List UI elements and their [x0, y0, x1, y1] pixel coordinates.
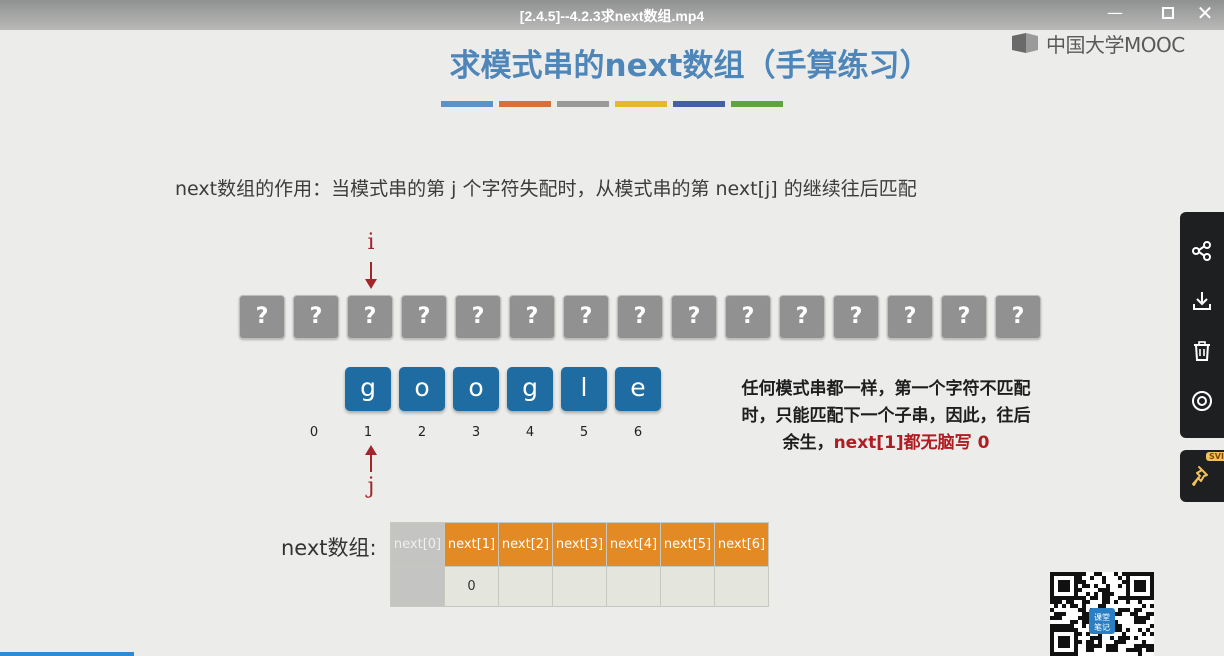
note-line-1: 任何模式串都一样，第一个字符不匹配: [741, 379, 1031, 399]
color-bar-segment: [731, 101, 783, 107]
next-value-cell[interactable]: [660, 566, 715, 607]
main-string-char: ?: [293, 295, 339, 339]
next-value-cell[interactable]: [390, 566, 445, 607]
next-header-cell: next[1]: [444, 522, 499, 567]
main-string-char: ?: [725, 295, 771, 339]
main-string-char: ?: [347, 295, 393, 339]
pointer-j-arrow: [370, 454, 372, 472]
index-label: 4: [525, 425, 535, 440]
pointer-j-label: j: [367, 474, 375, 499]
next-header-cell: next[4]: [606, 522, 661, 567]
main-string-char: ?: [833, 295, 879, 339]
next-value-cell[interactable]: 0: [444, 566, 499, 607]
main-string-char: ?: [671, 295, 717, 339]
maximize-icon[interactable]: [1153, 2, 1183, 26]
pattern-char: l: [561, 367, 607, 411]
next-value-cell[interactable]: [606, 566, 661, 607]
main-string-char: ?: [509, 295, 555, 339]
index-label: 3: [471, 425, 481, 440]
main-string-char: ?: [995, 295, 1041, 339]
next-value-row: 0: [390, 566, 769, 607]
note-line-3-prefix: 余生，: [782, 433, 834, 453]
pointer-i-arrow: [370, 262, 372, 280]
next-header-cell: next[0]: [390, 522, 445, 567]
index-label: 1: [363, 425, 373, 440]
video-progress-bar[interactable]: [0, 652, 134, 656]
index-label: 2: [417, 425, 427, 440]
main-string-char: ?: [941, 295, 987, 339]
svg-text:笔记: 笔记: [1094, 622, 1110, 632]
pattern-char: e: [615, 367, 661, 411]
next-header-cell: next[6]: [714, 522, 769, 567]
view-icon[interactable]: [1180, 376, 1224, 426]
next-header-row: next[0] next[1] next[2] next[3] next[4] next[…: [390, 522, 769, 567]
window-title: [2.4.5]--4.2.3求next数组.mp4: [519, 8, 705, 24]
side-toolbar: [1180, 212, 1224, 438]
main-string-char: ?: [401, 295, 447, 339]
pattern-char: g: [507, 367, 553, 411]
close-icon[interactable]: ✕: [1190, 2, 1220, 26]
main-string-char: ?: [239, 295, 285, 339]
svip-badge: SVIP: [1206, 452, 1224, 461]
pointer-i-label: i: [367, 230, 375, 255]
note-highlight: next[1]都无脑写 0: [833, 433, 990, 453]
main-string-char: ?: [617, 295, 663, 339]
color-bar-segment: [673, 101, 725, 107]
slide-note: 任何模式串都一样，第一个字符不匹配 时，只能匹配下一个子串，因此，往后 余生，n…: [716, 376, 1056, 457]
share-icon[interactable]: [1180, 226, 1224, 276]
color-bar-segment: [441, 101, 493, 107]
index-label: 0: [309, 425, 319, 440]
pattern-char: g: [345, 367, 391, 411]
index-label: 5: [579, 425, 589, 440]
next-value-cell[interactable]: [552, 566, 607, 607]
next-array-label: next数组:: [281, 536, 377, 560]
next-header-cell: next[2]: [498, 522, 553, 567]
color-bar-segment: [557, 101, 609, 107]
next-value-cell[interactable]: [714, 566, 769, 607]
download-icon[interactable]: [1180, 276, 1224, 326]
delete-icon[interactable]: [1180, 326, 1224, 376]
next-value-cell[interactable]: [498, 566, 553, 607]
main-string-char: ?: [455, 295, 501, 339]
window-titlebar: [2.4.5]--4.2.3求next数组.mp4 — ✕: [0, 0, 1224, 30]
slide-description: next数组的作用：当模式串的第 j 个字符失配时，从模式串的第 next[j]…: [175, 178, 917, 200]
color-bar-segment: [499, 101, 551, 107]
pattern-char: o: [453, 367, 499, 411]
note-line-3: 余生，next[1]都无脑写 0: [716, 430, 1056, 457]
main-string-char: ?: [563, 295, 609, 339]
svg-text:课堂: 课堂: [1094, 612, 1110, 622]
minimize-icon[interactable]: —: [1100, 2, 1130, 26]
logo-text: 中国大学MOOC: [1046, 32, 1185, 57]
qr-code[interactable]: 课堂笔记: [1050, 572, 1154, 656]
color-bar-segment: [615, 101, 667, 107]
next-header-cell: next[3]: [552, 522, 607, 567]
slide-title: 求模式串的next数组（手算练习）: [449, 48, 931, 84]
next-array-table: next[0] next[1] next[2] next[3] next[4] next[…: [390, 522, 769, 607]
pointer-i-arrowhead: [365, 279, 377, 289]
index-label: 6: [633, 425, 643, 440]
note-line-2: 时，只能匹配下一个子串，因此，往后: [741, 406, 1031, 426]
main-string-char: ?: [779, 295, 825, 339]
pattern-char: o: [399, 367, 445, 411]
main-string-char: ?: [887, 295, 933, 339]
next-header-cell: next[5]: [660, 522, 715, 567]
